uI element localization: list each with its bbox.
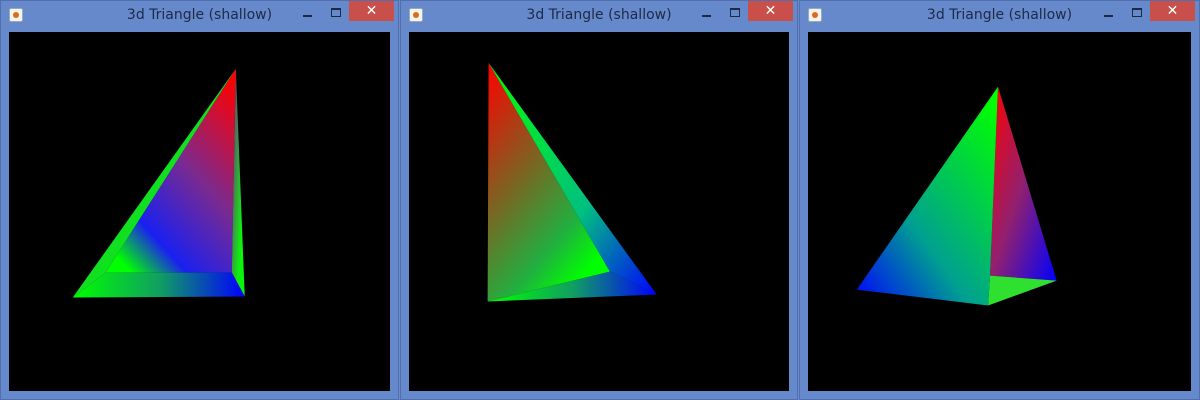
window-1: 3d Triangle (shallow) ✕ xyxy=(0,0,399,400)
render-canvas[interactable] xyxy=(9,32,390,391)
render-canvas[interactable] xyxy=(808,32,1191,391)
window-2: 3d Triangle (shallow) ✕ xyxy=(400,0,798,400)
minimize-button[interactable] xyxy=(696,6,718,22)
triangle-face-bottom xyxy=(988,275,1057,306)
triangle-3d xyxy=(487,62,657,302)
close-button[interactable]: ✕ xyxy=(349,1,394,21)
title-bar[interactable]: 3d Triangle (shallow) ✕ xyxy=(800,1,1199,31)
window-3: 3d Triangle (shallow) ✕ xyxy=(799,0,1200,400)
triangle-face-main xyxy=(487,62,610,302)
triangle-3d xyxy=(72,68,245,298)
render-canvas[interactable] xyxy=(409,32,789,391)
maximize-button[interactable] xyxy=(325,6,347,22)
triangle-face-main xyxy=(105,68,236,273)
close-button[interactable]: ✕ xyxy=(1150,1,1195,21)
minimize-button[interactable] xyxy=(297,6,319,22)
triangle-face-right xyxy=(990,86,1057,281)
maximize-button[interactable] xyxy=(1126,6,1148,22)
title-bar[interactable]: 3d Triangle (shallow) ✕ xyxy=(401,1,797,31)
triangle-face-main xyxy=(856,86,999,306)
title-bar[interactable]: 3d Triangle (shallow) ✕ xyxy=(1,1,398,31)
minimize-button[interactable] xyxy=(1098,6,1120,22)
triangle-3d xyxy=(856,86,1057,306)
maximize-button[interactable] xyxy=(724,6,746,22)
close-button[interactable]: ✕ xyxy=(748,1,793,21)
